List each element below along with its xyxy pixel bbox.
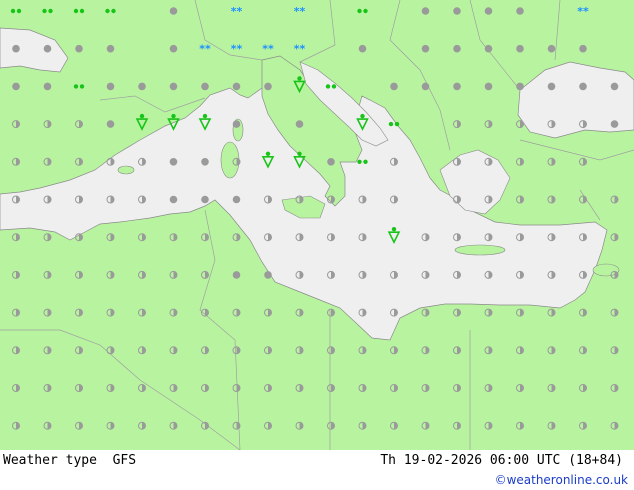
cloudy-dot-icon <box>421 7 430 15</box>
cloudy-dot-icon <box>43 44 52 53</box>
cloudy-dot-icon <box>579 44 587 53</box>
island-sardinia <box>220 141 240 179</box>
cloudy-dot-icon <box>453 7 461 15</box>
weather-map: ******************** <box>0 0 634 450</box>
cloudy-dot-icon <box>516 44 524 53</box>
cloudy-dot-icon <box>484 7 493 15</box>
heavy-snow-icon: ** <box>231 5 243 18</box>
cloudy-dot-icon <box>579 82 587 91</box>
cloudy-dot-icon <box>295 120 304 128</box>
cloudy-dot-icon <box>610 82 619 91</box>
cloudy-dot-icon <box>232 195 241 204</box>
cloudy-dot-icon <box>43 82 52 91</box>
cloudy-dot-icon <box>169 44 178 53</box>
svg-text:**: ** <box>199 43 211 56</box>
cloudy-dot-icon <box>547 44 556 53</box>
svg-text:**: ** <box>231 5 243 18</box>
cloudy-dot-icon <box>264 82 272 91</box>
snow-icon: ** <box>199 43 211 56</box>
cloudy-dot-icon <box>264 271 272 279</box>
cloudy-dot-icon <box>12 44 20 53</box>
cloudy-dot-icon <box>327 158 335 166</box>
snow-icon: ** <box>231 43 243 56</box>
cloudy-dot-icon <box>358 44 367 53</box>
svg-text:**: ** <box>577 5 589 18</box>
map-footer: Weather type GFS Th 19-02-2026 06:00 UTC… <box>0 450 634 490</box>
cloudy-dot-icon <box>106 82 115 91</box>
svg-text:**: ** <box>294 5 306 18</box>
cloudy-dot-icon <box>75 44 83 53</box>
cloudy-dot-icon <box>484 44 493 53</box>
cloudy-dot-icon <box>106 44 115 53</box>
forecast-time: Th 19-02-2026 06:00 UTC (18+84) <box>380 453 623 468</box>
cloudy-dot-icon <box>547 82 556 91</box>
svg-text:**: ** <box>231 43 243 56</box>
cloudy-dot-icon <box>169 82 178 91</box>
cloudy-dot-icon <box>138 82 146 91</box>
cloudy-dot-icon <box>232 82 241 91</box>
cloudy-dot-icon <box>484 82 493 91</box>
cloudy-dot-icon <box>421 44 430 53</box>
cloudy-dot-icon <box>201 158 209 166</box>
credit-link[interactable]: ©weatheronline.co.uk <box>495 473 628 487</box>
cloudy-dot-icon <box>169 7 178 15</box>
cloudy-dot-icon <box>12 82 20 91</box>
cloudy-dot-icon <box>516 82 524 91</box>
cloudy-dot-icon <box>610 120 619 128</box>
cloudy-dot-icon <box>169 158 178 166</box>
cloudy-dot-icon <box>453 44 461 53</box>
cloudy-dot-icon <box>390 82 398 91</box>
cloudy-dot-icon <box>106 120 115 128</box>
svg-text:**: ** <box>262 43 274 56</box>
cloudy-dot-icon <box>232 120 241 128</box>
island-mallorca <box>117 165 135 175</box>
svg-text:**: ** <box>294 43 306 56</box>
cloudy-dot-icon <box>516 7 524 15</box>
island-crete <box>454 244 506 256</box>
cloudy-dot-icon <box>169 195 178 204</box>
map-title: Weather type GFS <box>3 453 137 468</box>
cloudy-dot-icon <box>421 82 430 91</box>
snow-icon: ** <box>294 43 306 56</box>
cloudy-dot-icon <box>232 271 241 279</box>
snow-icon: ** <box>577 5 589 18</box>
cloudy-dot-icon <box>201 195 209 204</box>
snow-icon: ** <box>294 5 306 18</box>
snow-icon: ** <box>262 43 274 56</box>
cloudy-dot-icon <box>453 82 461 91</box>
cloudy-dot-icon <box>201 82 209 91</box>
